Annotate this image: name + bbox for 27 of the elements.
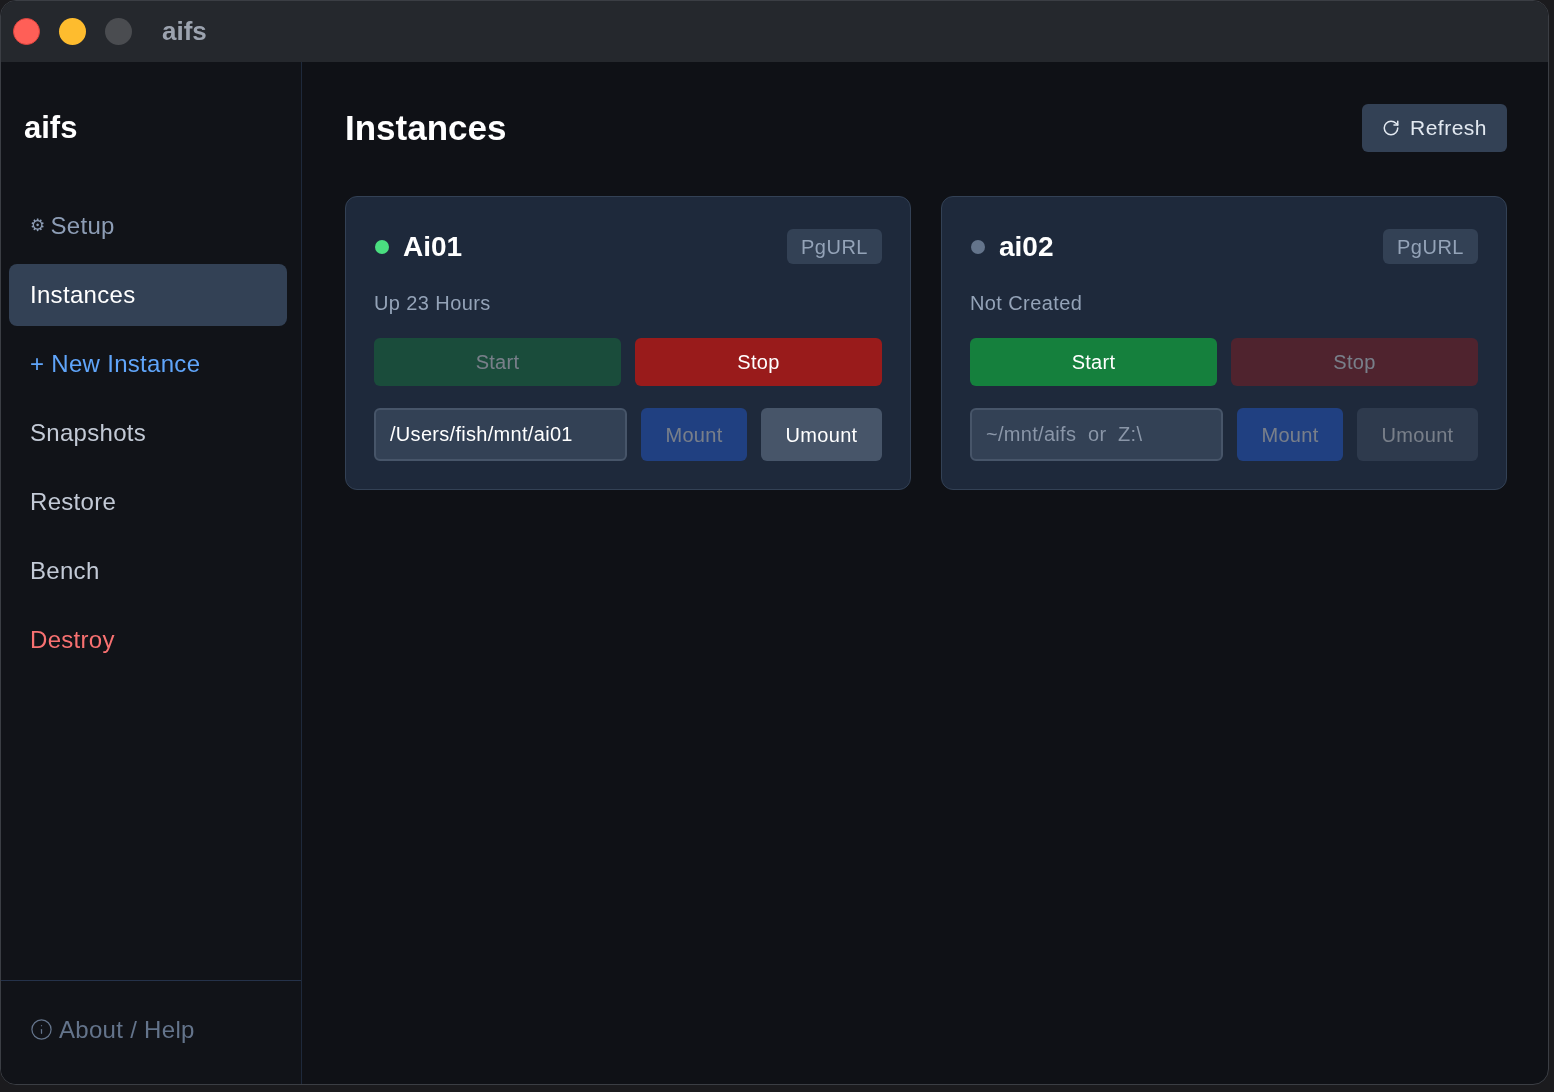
mount-path-field[interactable]: /Users/fish/mnt/ai01 xyxy=(374,408,627,461)
window-title: aifs xyxy=(162,15,207,48)
mount-path-field[interactable]: ~/mnt/aifs or Z:\ xyxy=(970,408,1223,461)
sidebar-item[interactable]: Snapshots xyxy=(9,402,287,464)
sidebar-item[interactable]: Bench xyxy=(9,540,287,602)
sidebar-item[interactable]: Restore xyxy=(9,471,287,533)
sidebar-brand: aifs xyxy=(24,110,78,146)
instance-status: Not Created xyxy=(970,291,1083,316)
about-help-link[interactable]: About / Help xyxy=(30,1011,195,1048)
gear-icon: ⚙ xyxy=(30,213,46,239)
refresh-icon xyxy=(1381,119,1400,137)
stop-button[interactable]: Stop xyxy=(635,338,882,386)
minimize-icon[interactable] xyxy=(59,18,86,45)
sidebar-item[interactable]: Destroy xyxy=(9,609,287,671)
umount-button[interactable]: Umount xyxy=(761,408,882,461)
pgurl-button[interactable]: PgURL xyxy=(1383,229,1478,264)
info-icon xyxy=(30,1018,53,1041)
start-button[interactable]: Start xyxy=(970,338,1217,386)
pgurl-button[interactable]: PgURL xyxy=(787,229,882,264)
instance-name: ai02 xyxy=(999,232,1054,261)
instance-status: Up 23 Hours xyxy=(374,291,491,316)
instance-name: Ai01 xyxy=(403,232,463,261)
sidebar-item[interactable]: ⚙ Setup xyxy=(9,195,287,257)
sidebar-item[interactable]: + New Instance xyxy=(9,333,287,395)
page-title: Instances xyxy=(345,106,507,149)
close-icon[interactable] xyxy=(13,18,40,45)
refresh-button[interactable]: Refresh xyxy=(1361,104,1507,152)
